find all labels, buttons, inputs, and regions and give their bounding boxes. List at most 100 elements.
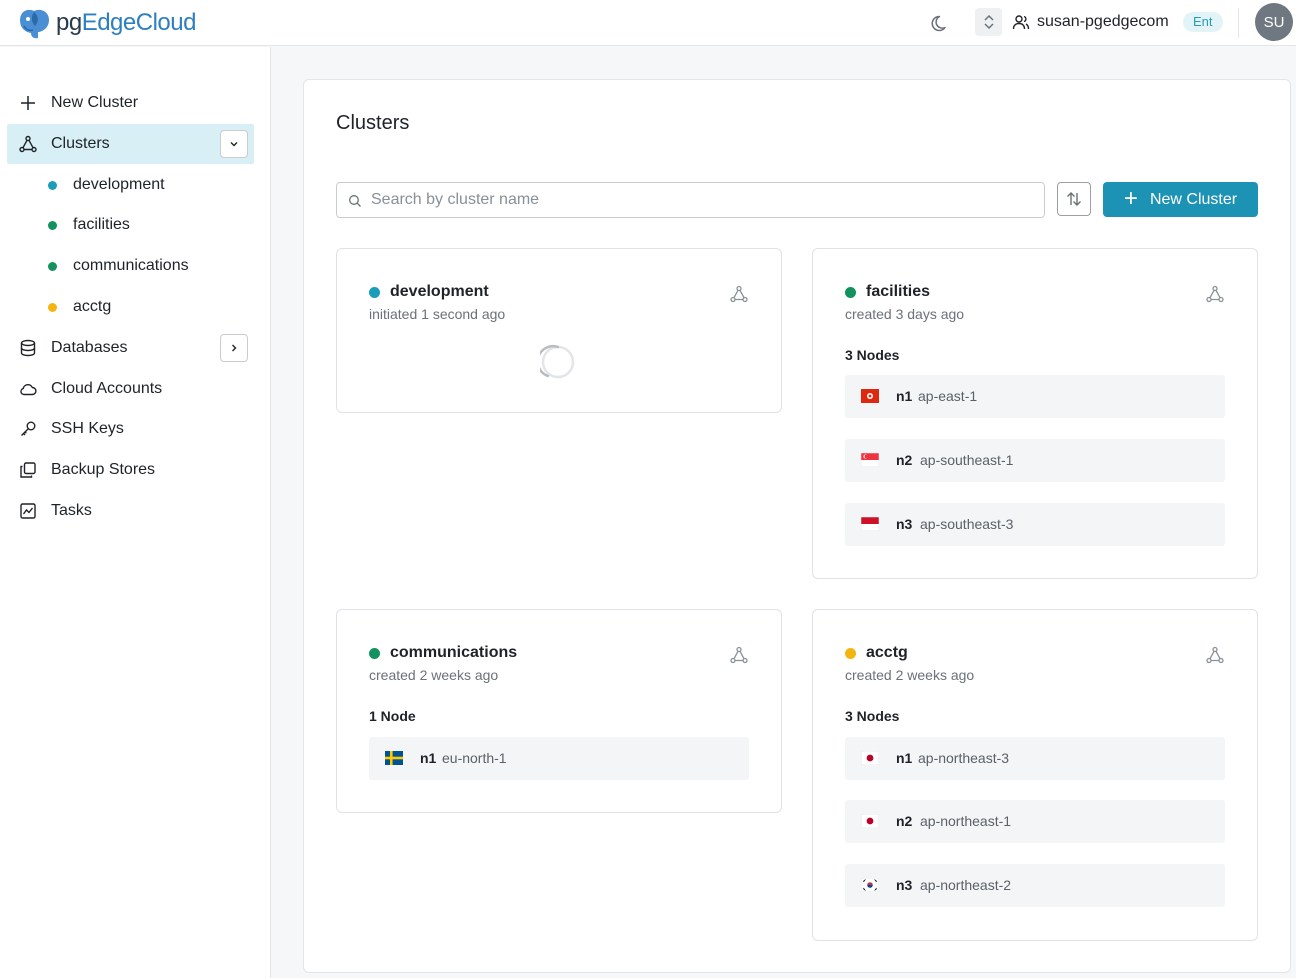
node-row[interactable]: n3 ap-southeast-3 <box>845 503 1225 546</box>
sidebar-item-label: SSH Keys <box>51 420 124 437</box>
copy-icon <box>20 462 36 478</box>
jp-flag-icon <box>861 814 879 828</box>
new-cluster-label: New Cluster <box>1149 190 1238 208</box>
sidebar-item-cloud-accounts[interactable]: Cloud Accounts <box>7 369 254 409</box>
header-divider <box>1238 8 1239 38</box>
sidebar-cluster-development[interactable]: development <box>48 173 165 197</box>
network-icon <box>19 135 37 153</box>
logo-text: pgEdgeCloud <box>56 9 196 36</box>
plus-icon: + <box>1123 184 1138 212</box>
node-row[interactable]: n1 ap-east-1 <box>845 375 1225 418</box>
node-id: n1 <box>896 388 913 404</box>
node-region: ap-southeast-1 <box>920 452 1014 468</box>
status-dot <box>48 220 57 230</box>
network-icon[interactable] <box>730 646 748 664</box>
node-count: 1 Node <box>369 708 416 724</box>
sidebar-item-tasks[interactable]: Tasks <box>7 491 254 531</box>
account-switcher-button[interactable] <box>975 8 1002 36</box>
node-row[interactable]: n1 ap-northeast-3 <box>845 737 1225 780</box>
cluster-status-text: created 2 weeks ago <box>369 667 499 683</box>
node-region: ap-northeast-2 <box>920 877 1012 893</box>
node-row[interactable]: n2 ap-southeast-1 <box>845 439 1225 482</box>
pgedge-logo[interactable]: pgEdgeCloud <box>16 6 196 40</box>
node-row[interactable]: n2 ap-northeast-1 <box>845 800 1225 843</box>
sg-flag-icon <box>861 453 879 467</box>
chevron-up-down-icon <box>983 14 994 30</box>
clusters-collapse-button[interactable] <box>220 130 248 158</box>
sidebar-item-label: New Cluster <box>51 94 139 111</box>
node-region: eu-north-1 <box>442 750 507 766</box>
cluster-card-facilities[interactable]: facilities created 3 days ago 3 Nodes n1… <box>812 248 1258 579</box>
loading-spinner-icon <box>540 344 575 379</box>
sidebar-cluster-label: acctg <box>73 298 112 315</box>
cluster-card-acctg[interactable]: acctg created 2 weeks ago 3 Nodes n1 ap-… <box>812 609 1258 941</box>
status-dot <box>369 287 380 298</box>
sort-arrows-icon <box>1067 192 1081 206</box>
sidebar-item-label: Tasks <box>51 502 92 519</box>
plan-badge: Ent <box>1183 12 1223 32</box>
sidebar-item-new-cluster[interactable]: New Cluster <box>7 83 254 123</box>
sidebar-item-databases[interactable]: Databases <box>7 328 254 368</box>
chart-icon <box>20 503 36 519</box>
cluster-status-text: initiated 1 second ago <box>369 306 506 322</box>
status-dot <box>369 648 380 659</box>
cloud-icon <box>20 383 37 396</box>
search-input[interactable] <box>371 183 1031 217</box>
sidebar-item-ssh-keys[interactable]: SSH Keys <box>7 409 254 449</box>
status-dot <box>845 648 856 659</box>
sidebar-item-label: Databases <box>51 339 128 356</box>
cluster-name[interactable]: facilities <box>866 283 930 301</box>
kr-flag-icon <box>861 878 879 892</box>
node-row[interactable]: n1 eu-north-1 <box>369 737 749 780</box>
sidebar-cluster-acctg[interactable]: acctg <box>48 295 111 319</box>
sidebar-item-label: Clusters <box>51 135 110 152</box>
node-id: n2 <box>896 452 913 468</box>
node-count: 3 Nodes <box>845 347 900 363</box>
search-box[interactable] <box>336 182 1045 218</box>
clusters-panel: Clusters + New Cluster development initi… <box>303 79 1291 973</box>
id-flag-icon <box>861 517 879 531</box>
node-id: n1 <box>420 750 437 766</box>
cluster-name[interactable]: development <box>390 283 489 301</box>
node-count: 3 Nodes <box>845 708 900 724</box>
cluster-name[interactable]: acctg <box>866 644 908 662</box>
chevron-down-icon <box>230 142 238 147</box>
sidebar-item-clusters[interactable]: Clusters <box>7 124 254 164</box>
database-icon <box>20 339 36 357</box>
cluster-card-communications[interactable]: communications created 2 weeks ago 1 Nod… <box>336 609 782 813</box>
sidebar-item-label: Backup Stores <box>51 461 156 478</box>
search-icon <box>349 195 361 207</box>
node-id: n1 <box>896 750 913 766</box>
status-dot <box>48 302 57 312</box>
sidebar: New Cluster Clusters development facilit… <box>0 47 271 978</box>
databases-expand-button[interactable] <box>220 334 248 362</box>
cluster-name[interactable]: communications <box>390 644 517 662</box>
new-cluster-button[interactable]: + New Cluster <box>1103 182 1258 217</box>
node-region: ap-northeast-3 <box>918 750 1010 766</box>
network-icon[interactable] <box>1206 285 1224 303</box>
node-id: n2 <box>896 813 913 829</box>
hk-flag-icon <box>861 389 879 403</box>
se-flag-icon <box>385 751 403 765</box>
jp-flag-icon <box>861 751 879 765</box>
sort-button[interactable] <box>1057 182 1091 216</box>
page-title: Clusters <box>336 112 410 134</box>
username[interactable]: susan-pgedgecom <box>1037 13 1169 31</box>
node-id: n3 <box>896 516 913 532</box>
cluster-status-text: created 3 days ago <box>845 306 965 322</box>
sidebar-item-backup-stores[interactable]: Backup Stores <box>7 450 254 490</box>
node-region: ap-southeast-3 <box>920 516 1014 532</box>
moon-icon[interactable] <box>930 12 952 34</box>
cluster-card-development[interactable]: development initiated 1 second ago <box>336 248 782 413</box>
network-icon[interactable] <box>730 285 748 303</box>
sidebar-cluster-label: facilities <box>73 216 130 233</box>
avatar[interactable]: SU <box>1255 3 1293 41</box>
node-row[interactable]: n3 ap-northeast-2 <box>845 864 1225 907</box>
status-dot <box>48 261 57 271</box>
node-region: ap-northeast-1 <box>920 813 1012 829</box>
sidebar-cluster-communications[interactable]: communications <box>48 254 189 278</box>
users-icon <box>1012 15 1030 30</box>
cluster-status-text: created 2 weeks ago <box>845 667 975 683</box>
sidebar-cluster-facilities[interactable]: facilities <box>48 213 130 237</box>
network-icon[interactable] <box>1206 646 1224 664</box>
